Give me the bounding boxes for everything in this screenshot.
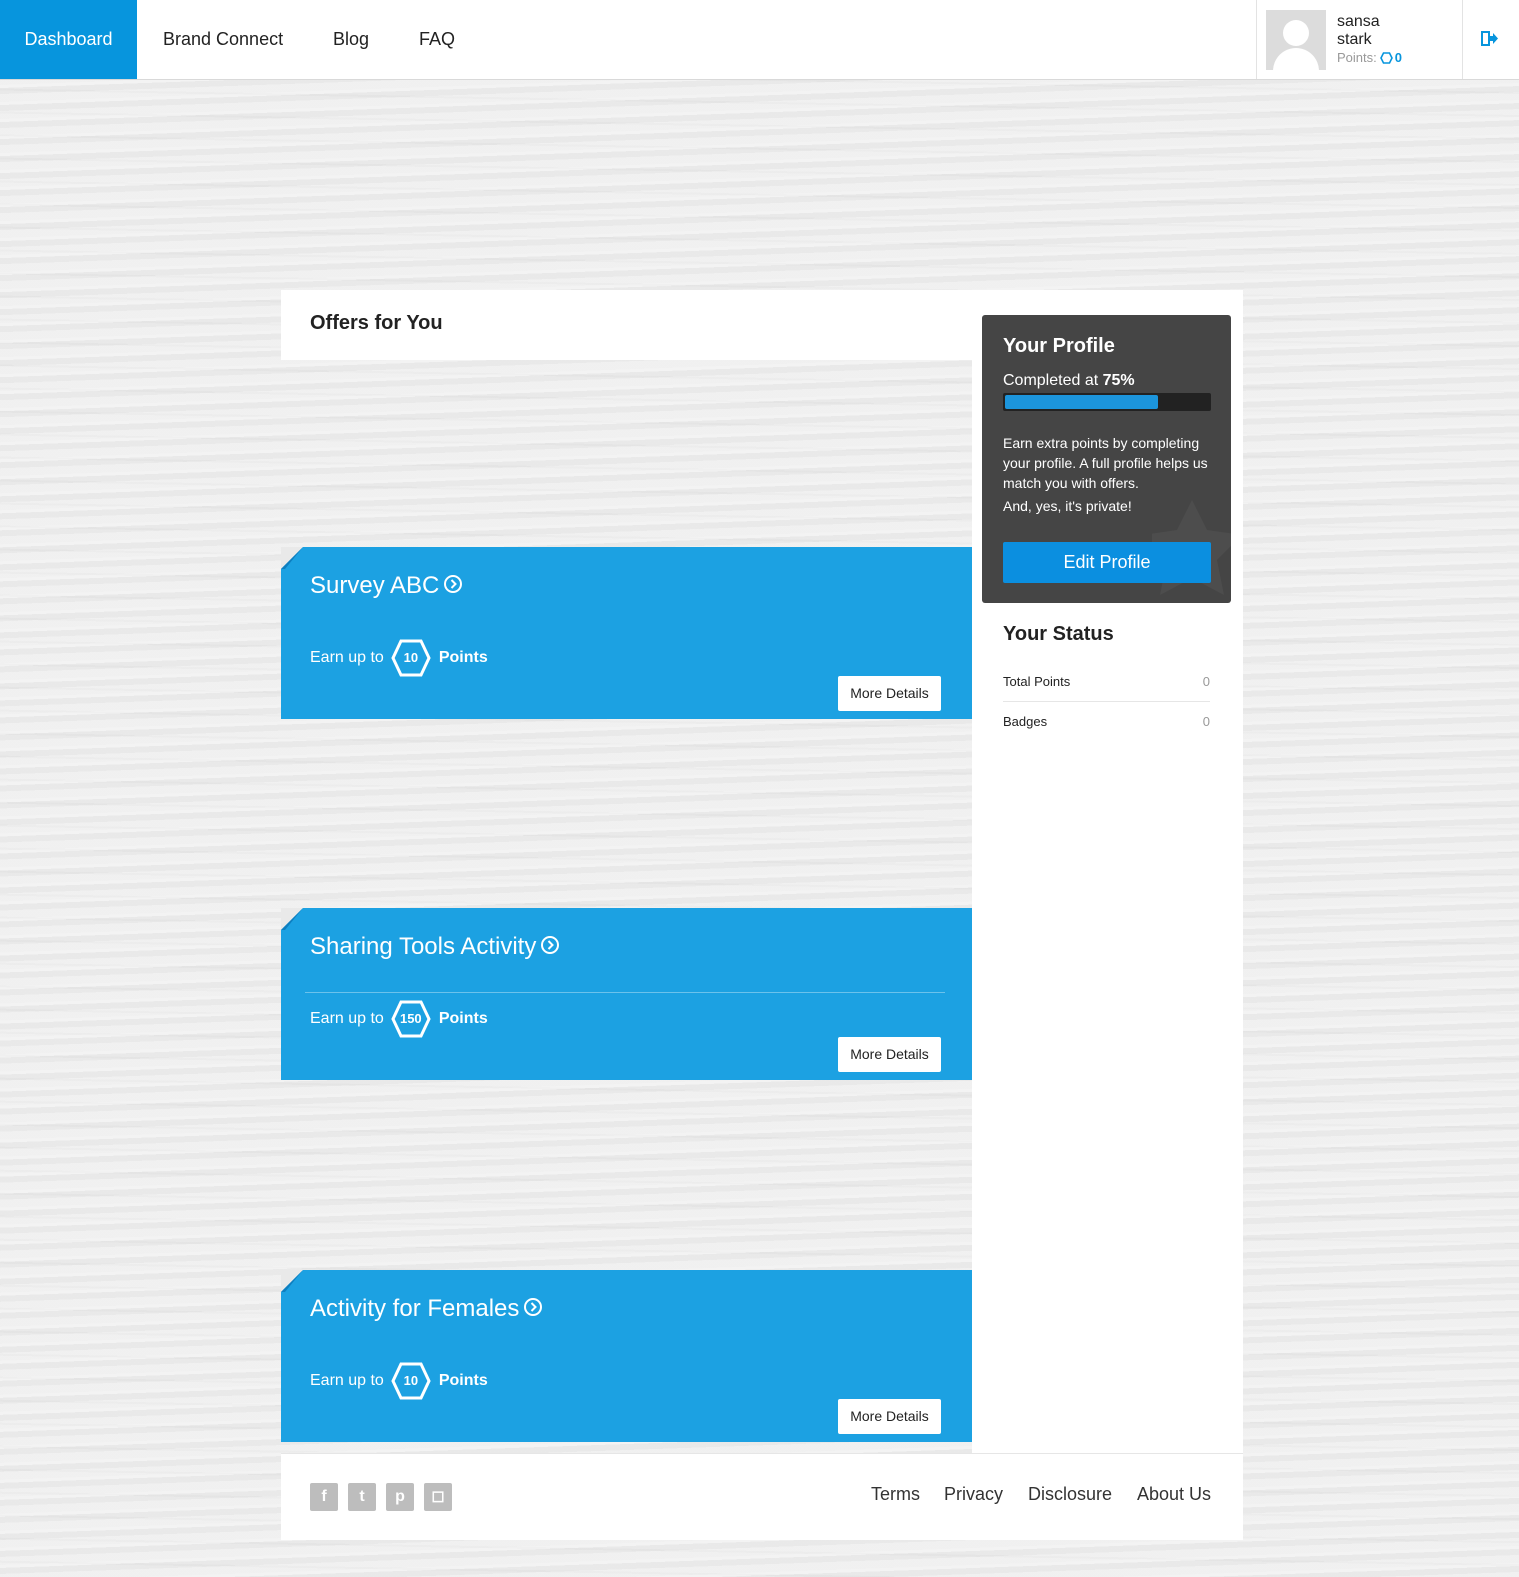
offer-title[interactable]: Sharing Tools Activity [310, 933, 560, 961]
offer-title-text: Sharing Tools Activity [310, 933, 537, 960]
more-details-button[interactable]: More Details [838, 1037, 941, 1072]
offer-title-text: Survey ABC [310, 572, 440, 599]
nav-blog[interactable]: Blog [333, 0, 369, 79]
footer-link-disclosure[interactable]: Disclosure [1028, 1484, 1112, 1505]
offer-earn-row: Earn up to 10 Points [310, 638, 488, 678]
points-hexagon-badge: 10 [391, 639, 431, 677]
more-details-button[interactable]: More Details [838, 1399, 941, 1434]
nav-faq[interactable]: FAQ [419, 0, 455, 79]
user-last-name: stark [1337, 31, 1372, 48]
user-points: Points: 0 [1337, 50, 1402, 65]
profile-card: Your Profile Completed at 75% Earn extra… [982, 315, 1231, 603]
status-value: 0 [1202, 674, 1210, 689]
profile-completion: Completed at 75% [1003, 372, 1135, 390]
offers-column: Offers for You Survey ABC Earn up to 10 … [281, 290, 972, 1453]
offers-header: Offers for You [281, 290, 972, 360]
edit-profile-button[interactable]: Edit Profile [1003, 542, 1211, 583]
top-navigation-bar: Dashboard Brand Connect Blog FAQ sansa s… [0, 0, 1519, 80]
profile-completion-value: 75% [1102, 372, 1135, 389]
pinterest-icon[interactable]: p [386, 1483, 414, 1511]
profile-progress-fill [1005, 395, 1158, 409]
status-row-total-points: Total Points 0 [1003, 662, 1210, 702]
user-points-value: 0 [1394, 50, 1402, 65]
status-label: Badges [1003, 714, 1048, 729]
chevron-circle-right-icon [443, 573, 463, 593]
offer-card: Sharing Tools Activity Earn up to 150 Po… [281, 908, 972, 1080]
facebook-icon[interactable]: f [310, 1483, 338, 1511]
earn-label: Earn up to [310, 1010, 384, 1027]
hexagon-icon [1379, 52, 1393, 64]
footer-link-about-us[interactable]: About Us [1137, 1484, 1211, 1505]
nav-dashboard[interactable]: Dashboard [0, 0, 137, 79]
offer-earn-row: Earn up to 150 Points [310, 999, 488, 1039]
profile-completion-label: Completed at [1003, 372, 1099, 389]
chevron-circle-right-icon [540, 934, 560, 954]
offer-title[interactable]: Survey ABC [310, 572, 463, 600]
user-menu[interactable]: sansa stark Points: 0 [1256, 0, 1463, 79]
status-row-badges: Badges 0 [1003, 702, 1210, 742]
footer-link-privacy[interactable]: Privacy [944, 1484, 1003, 1505]
avatar-placeholder-icon [1266, 10, 1326, 70]
corner-fold-icon [281, 547, 303, 569]
points-label: Points [438, 1010, 488, 1027]
profile-progress-bar [1003, 393, 1211, 411]
profile-description: Earn extra points by completing your pro… [1003, 435, 1208, 491]
main-content: Offers for You Survey ABC Earn up to 10 … [281, 290, 1243, 1540]
points-hexagon-badge: 150 [391, 1000, 431, 1038]
profile-private-note: And, yes, it's private! [1003, 498, 1132, 514]
corner-fold-icon [281, 1270, 303, 1292]
offer-title[interactable]: Activity for Females [310, 1295, 543, 1323]
chevron-circle-right-icon [523, 1296, 543, 1316]
user-first-name: sansa [1337, 13, 1380, 30]
status-label: Total Points [1003, 674, 1071, 689]
footer: f t p ◻ Terms Privacy Disclosure About U… [281, 1453, 1243, 1540]
profile-title: Your Profile [1003, 335, 1115, 357]
user-points-label: Points: [1337, 50, 1377, 65]
corner-fold-icon [281, 908, 303, 930]
sidebar: Your Profile Completed at 75% Earn extra… [972, 290, 1243, 1453]
logout-icon[interactable] [1478, 28, 1500, 50]
offer-card: Activity for Females Earn up to 10 Point… [281, 1270, 972, 1442]
footer-link-terms[interactable]: Terms [871, 1484, 920, 1505]
points-label: Points [438, 649, 488, 666]
points-hexagon-badge: 10 [391, 1362, 431, 1400]
instagram-icon[interactable]: ◻ [424, 1483, 452, 1511]
twitter-icon[interactable]: t [348, 1483, 376, 1511]
offer-points-value: 150 [399, 1011, 422, 1026]
offer-title-text: Activity for Females [310, 1295, 520, 1322]
offer-divider [305, 992, 945, 993]
earn-label: Earn up to [310, 649, 384, 666]
points-label: Points [438, 1372, 488, 1389]
offer-points-value: 10 [403, 1373, 419, 1388]
offer-points-value: 10 [403, 650, 419, 665]
nav-brand-connect[interactable]: Brand Connect [163, 0, 283, 79]
more-details-button[interactable]: More Details [838, 676, 941, 711]
status-title: Your Status [1003, 623, 1114, 645]
offers-title: Offers for You [310, 312, 443, 334]
status-value: 0 [1202, 714, 1210, 729]
offer-card: Survey ABC Earn up to 10 Points More Det… [281, 547, 972, 719]
earn-label: Earn up to [310, 1372, 384, 1389]
offer-earn-row: Earn up to 10 Points [310, 1361, 488, 1401]
